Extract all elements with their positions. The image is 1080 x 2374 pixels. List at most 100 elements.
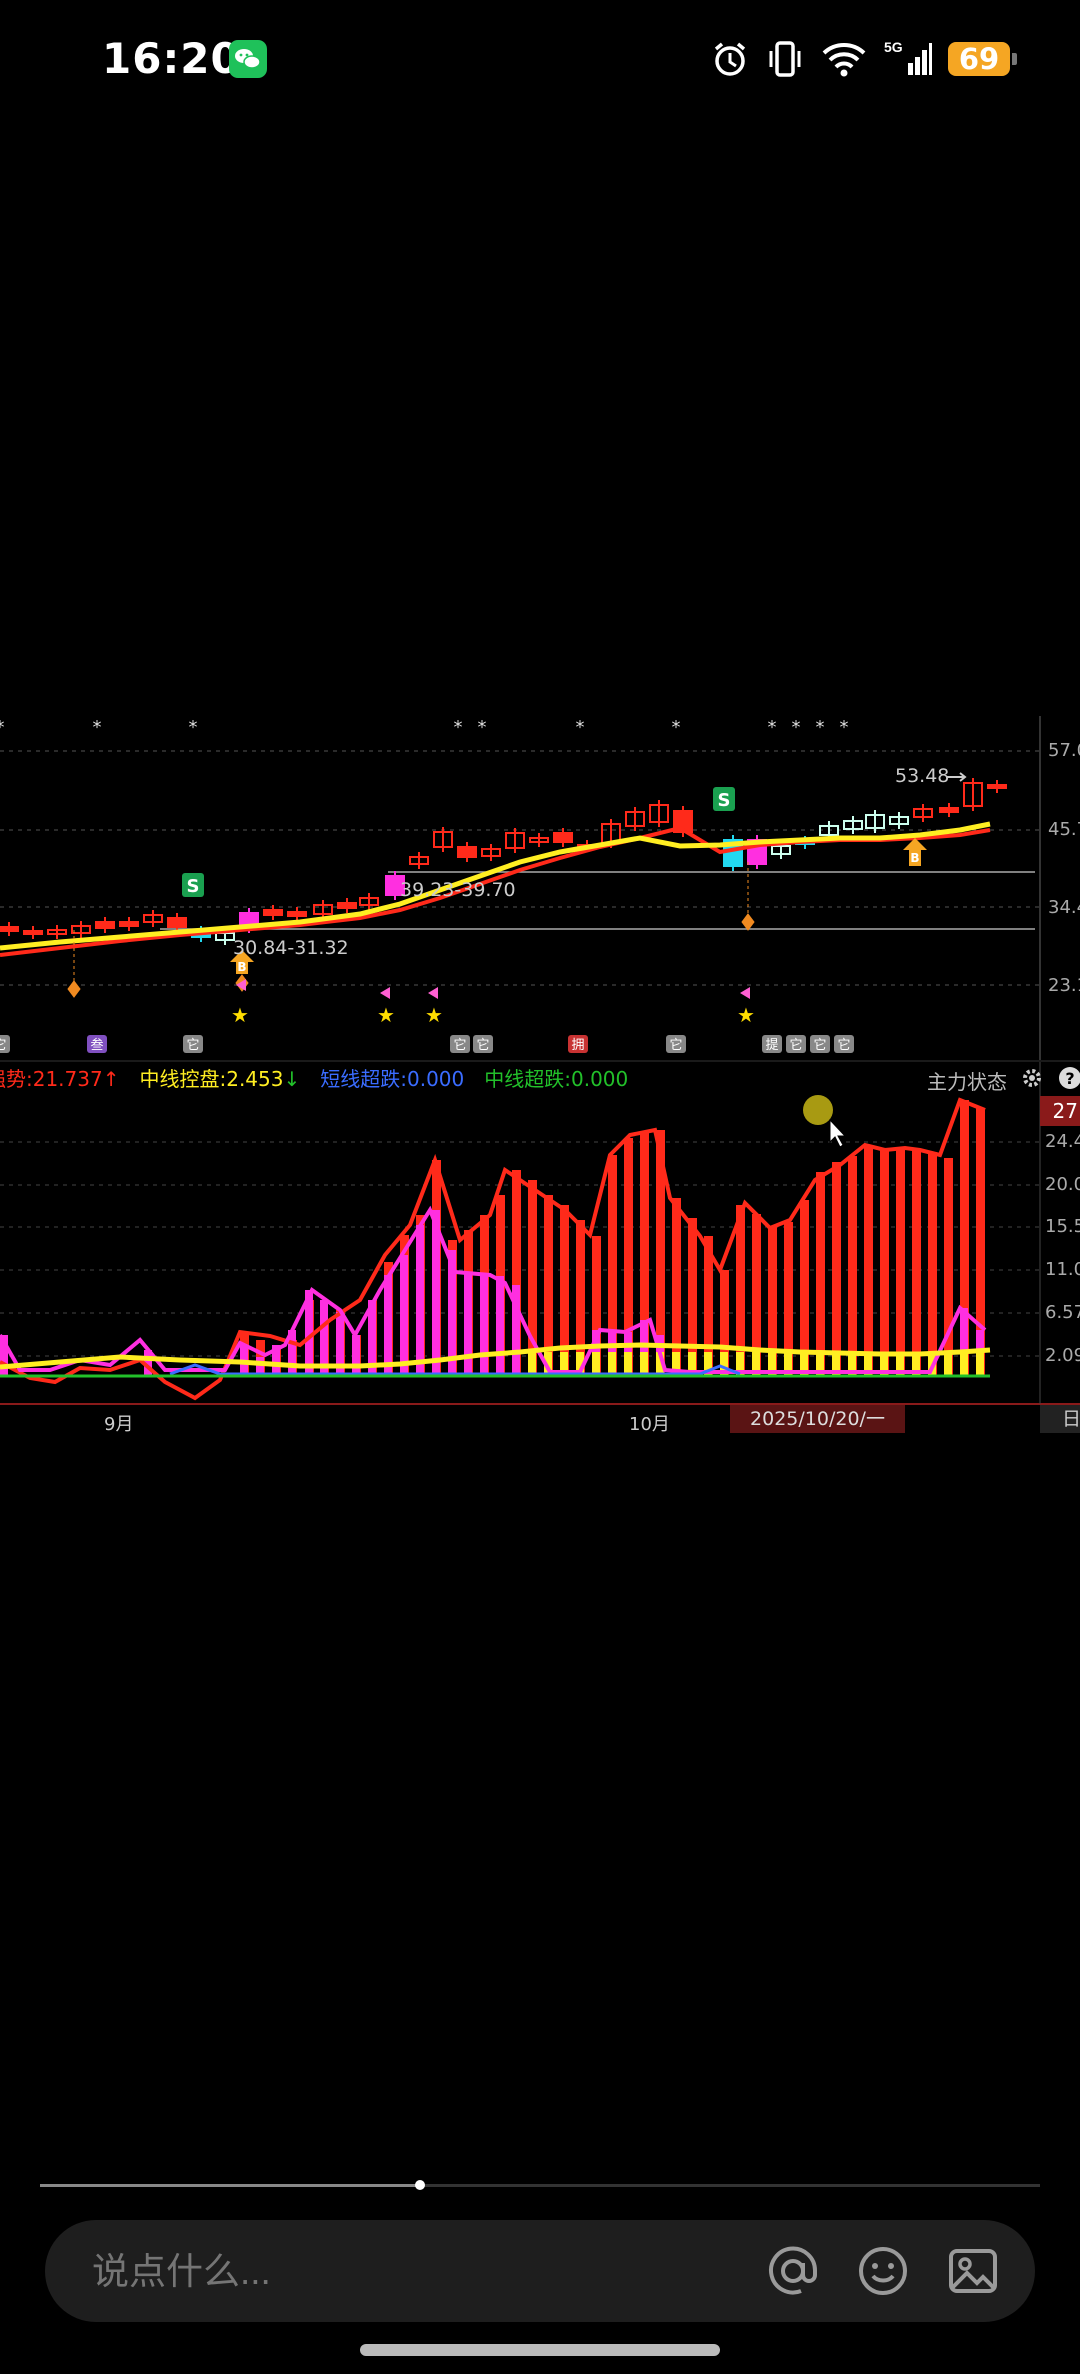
event-tag[interactable]: 它 [473, 1035, 493, 1053]
candlestick [47, 925, 67, 939]
flag-markers [236, 979, 750, 999]
asterisk-marker: * [672, 717, 681, 738]
svg-text:拥: 拥 [571, 1038, 584, 1053]
ind-y-tick: 20.0 [1045, 1174, 1080, 1195]
candlestick [963, 778, 983, 811]
price-high-label: 53.48 [895, 765, 950, 787]
yellow-bar [944, 1352, 952, 1376]
candlestick [143, 910, 163, 927]
asterisk-marker: * [840, 717, 849, 738]
event-tag[interactable]: 拥 [568, 1035, 588, 1053]
candlestick [913, 804, 933, 822]
indicator-bar [848, 1156, 857, 1376]
magenta-bar [384, 1275, 392, 1376]
candlestick [71, 921, 91, 938]
svg-text:它: 它 [476, 1037, 489, 1053]
candlestick [23, 926, 43, 939]
period-label[interactable]: 日 [1040, 1405, 1080, 1433]
help-icon[interactable]: ? [1058, 1066, 1080, 1090]
candlestick [889, 812, 909, 829]
event-tag[interactable]: 叁 [87, 1035, 107, 1053]
star-markers: ★ ★ ★ ★ [231, 1003, 755, 1027]
asterisk-marker: * [768, 717, 777, 738]
indicator-bar [928, 1152, 937, 1376]
event-tag[interactable]: 提 [762, 1035, 782, 1053]
candlestick [287, 907, 307, 921]
svg-text:B: B [237, 960, 246, 974]
candlestick [553, 828, 573, 847]
price-range-upper: 39.23-39.70 [400, 879, 516, 901]
ind-y-tick: 15.5 [1045, 1216, 1080, 1237]
ind-y-tick: 2.09 [1045, 1345, 1080, 1366]
candlestick [337, 898, 357, 913]
main-y-tick: 23.1 [1048, 975, 1080, 996]
asterisk-marker: * [478, 717, 487, 738]
svg-text:S: S [718, 790, 731, 811]
candlestick [505, 828, 525, 853]
comment-input[interactable] [90, 2220, 694, 2324]
asterisk-marker: * [792, 717, 801, 738]
svg-text:它: 它 [789, 1037, 802, 1053]
svg-text:B: B [910, 851, 919, 865]
svg-text:★: ★ [425, 1003, 443, 1027]
buy-signal-2[interactable]: B [903, 838, 927, 866]
main-y-tick: 34.4 [1048, 897, 1080, 918]
svg-text:它: 它 [813, 1037, 826, 1053]
svg-text:它: 它 [0, 1037, 7, 1053]
at-icon[interactable] [765, 2243, 821, 2299]
svg-text:它: 它 [186, 1037, 199, 1053]
x-label-sep: 9月 [104, 1414, 134, 1435]
indicator-bar [864, 1145, 873, 1376]
emoji-icon[interactable] [855, 2243, 911, 2299]
video-progress-thumb[interactable] [415, 2180, 425, 2190]
indicator-bar [832, 1162, 841, 1376]
candlestick [0, 922, 19, 936]
image-icon[interactable] [945, 2243, 1001, 2299]
yellow-bar [640, 1352, 648, 1376]
ind-y-tick: 6.57 [1045, 1302, 1080, 1323]
event-tag[interactable]: 它 [834, 1035, 854, 1053]
indicator-panel-title[interactable]: 主力状态 [927, 1066, 1007, 1095]
asterisk-marker: * [454, 717, 463, 738]
candlestick [649, 800, 669, 827]
x-label-oct: 10月 [629, 1414, 670, 1435]
candlestick [409, 852, 429, 869]
candlestick [433, 827, 453, 852]
svg-text:提: 提 [765, 1037, 778, 1053]
event-tag[interactable]: 它 [666, 1035, 686, 1053]
legend-short-oversold: 短线超跌:0.000 [320, 1067, 465, 1091]
event-tag[interactable]: 它 [786, 1035, 806, 1053]
candlestick [843, 816, 863, 834]
indicator-bar [896, 1148, 905, 1376]
svg-text:S: S [187, 876, 200, 897]
svg-text:★: ★ [737, 1003, 755, 1027]
magenta-bar [480, 1274, 488, 1376]
stock-chart[interactable]: S S B B ★ ★ ★ ★ *********** 它叁它它它拥它提它它它 [0, 0, 1080, 1440]
candlestick [481, 844, 501, 861]
asterisk-marker: * [189, 717, 198, 738]
asterisk-marker: * [93, 717, 102, 738]
comment-bar [45, 2220, 1035, 2324]
crosshair-dot[interactable] [803, 1095, 833, 1125]
event-tag[interactable]: 它 [450, 1035, 470, 1053]
ind-y-tick: 24.4 [1045, 1131, 1080, 1152]
candlestick [939, 803, 959, 817]
yellow-bar [528, 1352, 536, 1376]
video-progress-bar[interactable] [40, 2180, 1040, 2190]
legend-mid-oversold: 中线超跌:0.000 [484, 1067, 629, 1091]
legend-strength: 强势:21.737↑ [0, 1067, 120, 1091]
mouse-cursor-icon [829, 1118, 847, 1148]
event-tag[interactable]: 它 [810, 1035, 830, 1053]
event-tag[interactable]: 它 [0, 1035, 10, 1053]
magenta-bar [496, 1276, 504, 1376]
svg-text:它: 它 [669, 1037, 682, 1053]
event-tag[interactable]: 它 [183, 1035, 203, 1053]
top-asterisk-markers: * * * * * * * * * * * [0, 717, 849, 738]
gear-icon[interactable] [1020, 1066, 1044, 1090]
sell-signal-1[interactable]: S [182, 873, 204, 897]
sell-signal-2[interactable]: S [713, 787, 735, 811]
home-indicator[interactable] [360, 2344, 720, 2356]
candlestick [529, 833, 549, 847]
indicator-bar [880, 1150, 889, 1376]
indicator-legend: 强势:21.737↑ 中线控盘:2.453↓ 短线超跌:0.000 中线超跌:0… [0, 1063, 628, 1093]
